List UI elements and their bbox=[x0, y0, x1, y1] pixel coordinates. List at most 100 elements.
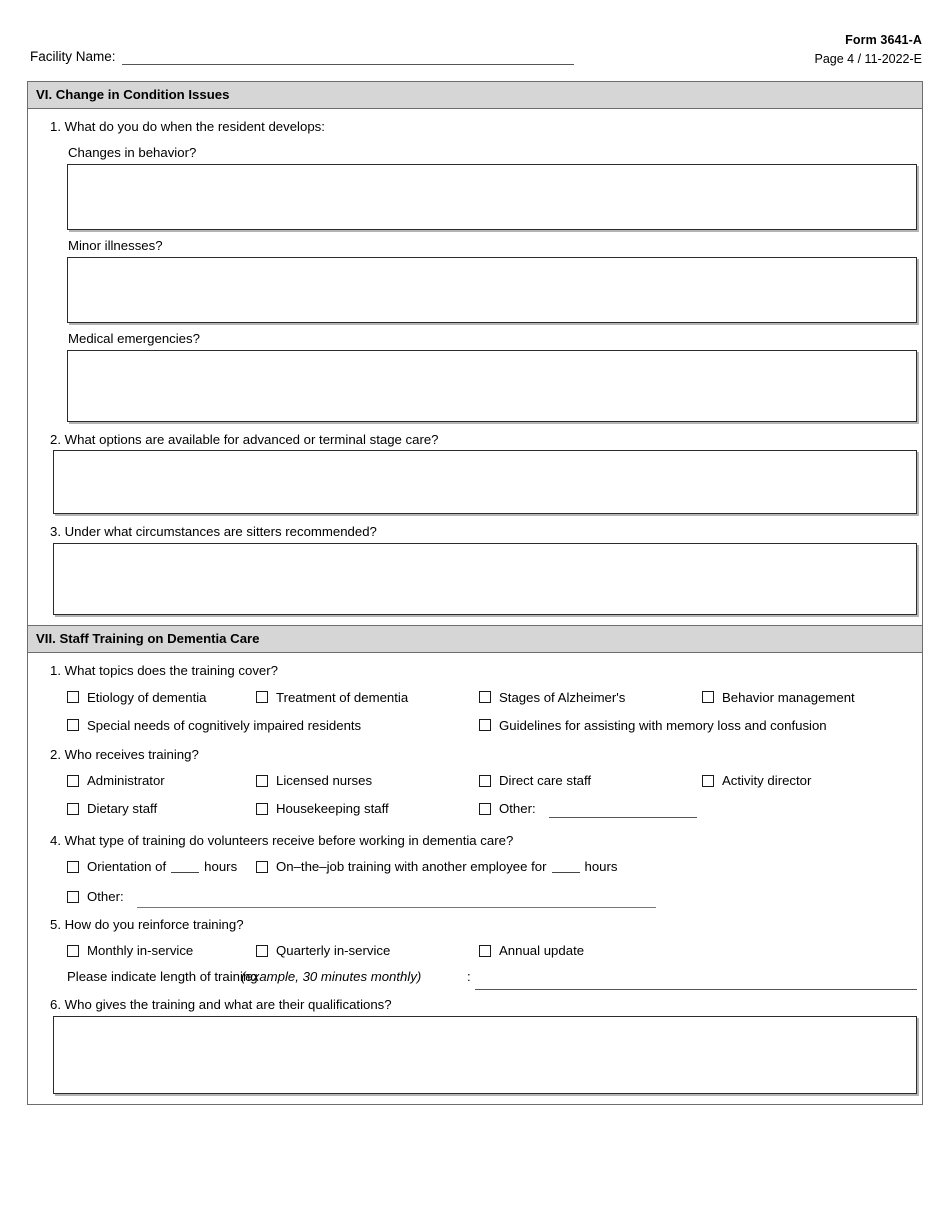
checkbox-other-volunteer-training[interactable]: Other: bbox=[67, 883, 124, 911]
question-vi-1a-label: Changes in behavior? bbox=[68, 145, 197, 161]
checkbox-other-receives-training[interactable]: Other: bbox=[479, 795, 536, 823]
length-of-training-colon: : bbox=[467, 968, 471, 984]
checkbox-dietary-staff[interactable]: Dietary staff bbox=[67, 795, 157, 823]
checkbox-label: Licensed nurses bbox=[276, 773, 373, 789]
checkbox-quarterly-in-service[interactable]: Quarterly in-service bbox=[256, 937, 390, 965]
checkbox-stages-of-alzheimers[interactable]: Stages of Alzheimer's bbox=[479, 683, 625, 711]
onjob-hours-unit: hours bbox=[584, 859, 618, 875]
checkbox-annual-update[interactable]: Annual update bbox=[479, 937, 584, 965]
checkbox-icon[interactable] bbox=[67, 719, 79, 732]
question-vii-1-text: 1. What topics does the training cover? bbox=[50, 663, 278, 679]
checkbox-label: Other: bbox=[499, 801, 536, 817]
checkbox-housekeeping-staff[interactable]: Housekeeping staff bbox=[256, 795, 389, 823]
onjob-hours-input[interactable] bbox=[551, 861, 580, 873]
page-info: Page 4 / 11-2022-E bbox=[814, 52, 922, 66]
checkbox-icon[interactable] bbox=[67, 944, 79, 957]
section-vii-header: VII. Staff Training on Dementia Care bbox=[28, 625, 922, 654]
checkbox-label: Activity director bbox=[722, 773, 812, 789]
form-page: Form 3641-A Page 4 / 11-2022-E Facility … bbox=[0, 0, 950, 1230]
question-vi-1b-answer[interactable] bbox=[67, 256, 917, 323]
question-vi-1a-answer[interactable] bbox=[67, 163, 917, 230]
checkbox-special-needs-cognitively-impaired[interactable]: Special needs of cognitively impaired re… bbox=[67, 711, 361, 739]
checkbox-label: Guidelines for assisting with memory los… bbox=[499, 717, 827, 733]
question-vi-1b-label: Minor illnesses? bbox=[68, 237, 163, 253]
checkbox-label: Other: bbox=[87, 889, 124, 905]
checkbox-label: Direct care staff bbox=[499, 773, 592, 789]
question-vi-2-answer[interactable] bbox=[53, 450, 917, 515]
section-vi-body: 1. What do you do when the resident deve… bbox=[28, 109, 922, 625]
facility-name-label: Facility Name: bbox=[30, 49, 116, 64]
page-header: Form 3641-A Page 4 / 11-2022-E Facility … bbox=[0, 0, 950, 78]
question-vii-4-other-input[interactable] bbox=[137, 906, 656, 908]
question-vi-2-text: 2. What options are available for advanc… bbox=[50, 431, 439, 447]
checkbox-icon[interactable] bbox=[67, 775, 79, 788]
question-vi-1-text: 1. What do you do when the resident deve… bbox=[50, 119, 325, 135]
checkbox-label: Housekeeping staff bbox=[276, 801, 389, 817]
question-vii-2-row2: Dietary staff Housekeeping staff Other: bbox=[28, 795, 922, 823]
checkbox-icon[interactable] bbox=[479, 944, 491, 957]
checkbox-administrator[interactable]: Administrator bbox=[67, 767, 165, 795]
question-vii-5-options: Monthly in-service Quarterly in-service … bbox=[28, 937, 922, 965]
checkbox-treatment-of-dementia[interactable]: Treatment of dementia bbox=[256, 683, 408, 711]
question-vii-2-other-input[interactable] bbox=[549, 817, 697, 819]
length-of-training-label: Please indicate length of training bbox=[67, 968, 258, 984]
checkbox-direct-care-staff[interactable]: Direct care staff bbox=[479, 767, 591, 795]
checkbox-icon[interactable] bbox=[479, 719, 491, 732]
checkbox-on-the-job-training[interactable]: On–the–job training with another employe… bbox=[256, 853, 618, 881]
checkbox-icon[interactable] bbox=[702, 775, 714, 788]
question-vii-5-length-row: Please indicate length of training (exam… bbox=[28, 967, 922, 997]
checkbox-icon[interactable] bbox=[479, 775, 491, 788]
question-vii-6-answer[interactable] bbox=[53, 1015, 917, 1094]
checkbox-label: Etiology of dementia bbox=[87, 689, 207, 705]
facility-name-input[interactable] bbox=[121, 63, 574, 65]
checkbox-icon[interactable] bbox=[256, 944, 268, 957]
question-vii-5-text: 5. How do you reinforce training? bbox=[50, 916, 244, 932]
checkbox-icon[interactable] bbox=[67, 890, 79, 903]
checkbox-icon[interactable] bbox=[702, 691, 714, 704]
checkbox-icon[interactable] bbox=[256, 691, 268, 704]
checkbox-label: Quarterly in-service bbox=[276, 943, 391, 959]
checkbox-label: On–the–job training with another employe… bbox=[276, 859, 547, 875]
checkbox-icon[interactable] bbox=[67, 691, 79, 704]
checkbox-label: Treatment of dementia bbox=[276, 689, 409, 705]
section-vi-header: VI. Change in Condition Issues bbox=[28, 82, 922, 110]
orientation-hours-input[interactable] bbox=[171, 861, 200, 873]
question-vii-2-text: 2. Who receives training? bbox=[50, 747, 199, 763]
checkbox-label: Special needs of cognitively impaired re… bbox=[87, 717, 362, 733]
checkbox-activity-director[interactable]: Activity director bbox=[702, 767, 811, 795]
form-body: VI. Change in Condition Issues 1. What d… bbox=[27, 81, 923, 1105]
checkbox-label: Orientation of bbox=[87, 859, 167, 875]
question-vii-4-row2: Other: bbox=[28, 883, 922, 913]
checkbox-icon[interactable] bbox=[479, 803, 491, 816]
checkbox-label: Dietary staff bbox=[87, 801, 158, 817]
checkbox-icon[interactable] bbox=[256, 803, 268, 816]
checkbox-label: Annual update bbox=[499, 943, 585, 959]
question-vii-6-text: 6. Who gives the training and what are t… bbox=[50, 996, 392, 1012]
form-id: Form 3641-A bbox=[845, 33, 922, 47]
question-vii-4-row1: Orientation of hours On–the–job training… bbox=[28, 853, 922, 883]
facility-name-row: Facility Name: bbox=[30, 50, 574, 66]
question-vi-1c-label: Medical emergencies? bbox=[68, 330, 200, 346]
checkbox-behavior-management[interactable]: Behavior management bbox=[702, 683, 855, 711]
section-vii-body: 1. What topics does the training cover? … bbox=[28, 653, 922, 1103]
checkbox-guidelines-memory-loss[interactable]: Guidelines for assisting with memory los… bbox=[479, 711, 827, 739]
checkbox-monthly-in-service[interactable]: Monthly in-service bbox=[67, 937, 193, 965]
checkbox-licensed-nurses[interactable]: Licensed nurses bbox=[256, 767, 372, 795]
length-of-training-input[interactable] bbox=[475, 988, 917, 990]
checkbox-icon[interactable] bbox=[479, 691, 491, 704]
checkbox-etiology-of-dementia[interactable]: Etiology of dementia bbox=[67, 683, 207, 711]
checkbox-orientation[interactable]: Orientation of hours bbox=[67, 853, 237, 881]
question-vi-1c-answer[interactable] bbox=[67, 349, 917, 422]
checkbox-label: Stages of Alzheimer's bbox=[499, 689, 626, 705]
checkbox-icon[interactable] bbox=[67, 860, 79, 873]
question-vii-2-row1: Administrator Licensed nurses Direct car… bbox=[28, 767, 922, 795]
question-vi-3-answer[interactable] bbox=[53, 543, 917, 616]
orientation-hours-unit: hours bbox=[204, 859, 238, 875]
checkbox-label: Monthly in-service bbox=[87, 943, 194, 959]
checkbox-icon[interactable] bbox=[67, 803, 79, 816]
length-of-training-example: (example, 30 minutes monthly) bbox=[241, 968, 422, 984]
checkbox-icon[interactable] bbox=[256, 860, 268, 873]
question-vii-4-text: 4. What type of training do volunteers r… bbox=[50, 833, 514, 849]
question-vii-1-row1: Etiology of dementia Treatment of dement… bbox=[28, 683, 922, 711]
checkbox-icon[interactable] bbox=[256, 775, 268, 788]
